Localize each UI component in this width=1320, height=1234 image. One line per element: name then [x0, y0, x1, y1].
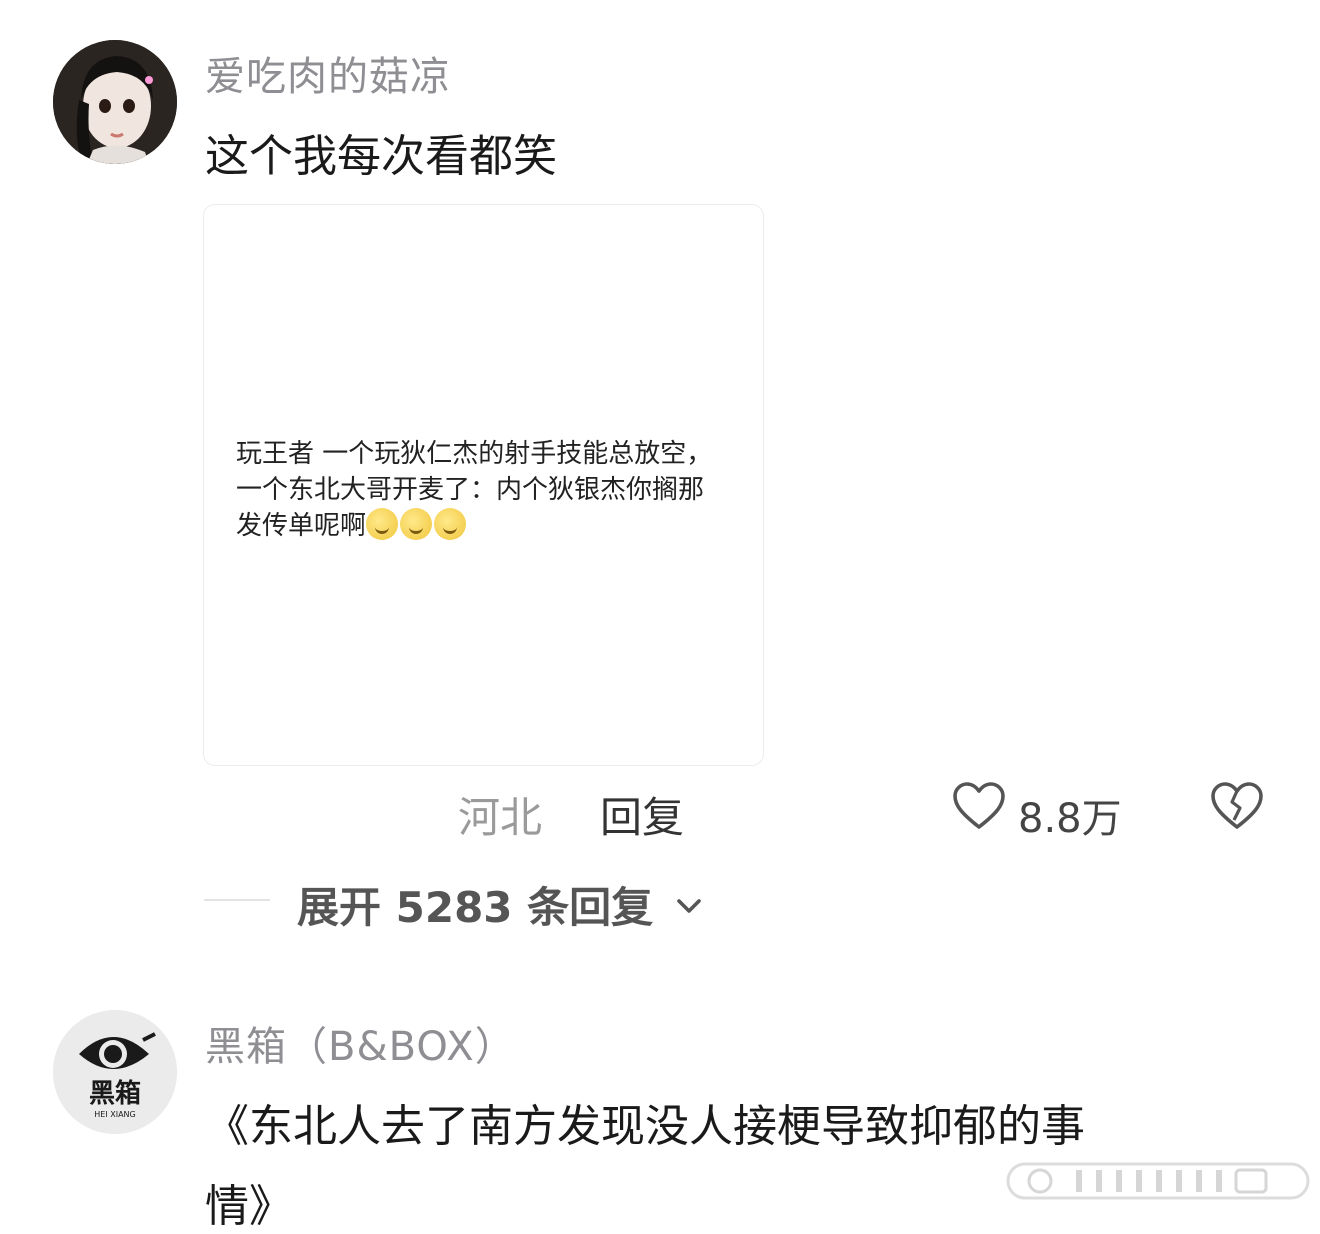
expand-replies-label: 展开 5283 条回复: [297, 883, 654, 932]
card-text-line: 一个东北大哥开麦了：内个狄银杰你搁那: [236, 475, 705, 505]
expand-replies-button[interactable]: 展开 5283 条回复: [297, 874, 704, 935]
comment-text-line: 情》: [205, 1181, 293, 1232]
comment-username[interactable]: 爱吃肉的菇凉: [205, 44, 451, 102]
reply-button[interactable]: 回复: [600, 784, 684, 845]
logo-subtext: HEI XIANG: [94, 1110, 136, 1119]
comment-text: 这个我每次看都笑: [205, 131, 557, 182]
watermark-logo: [1006, 1162, 1310, 1200]
smiley-emoji-icon: [366, 508, 399, 540]
expand-divider: [204, 899, 270, 901]
card-text-line: 发传单呢啊: [236, 511, 367, 541]
chevron-down-icon: [676, 899, 701, 913]
logo-text: 黑箱: [88, 1079, 141, 1109]
broken-heart-icon: [1211, 782, 1263, 829]
like-button[interactable]: [951, 780, 1007, 832]
comment-text-line: 《东北人去了南方发现没人接梗导致抑郁的事: [205, 1101, 1085, 1152]
user-avatar[interactable]: [53, 40, 177, 164]
smiley-emoji-icon: [434, 508, 467, 540]
attached-image-card[interactable]: 玩王者 一个玩狄仁杰的射手技能总放空， 一个东北大哥开麦了：内个狄银杰你搁那 发…: [203, 204, 764, 766]
comment-username[interactable]: 黑箱（B&BOX）: [205, 1014, 516, 1072]
dislike-button[interactable]: [1209, 780, 1265, 832]
card-text-line-with-emoji: 发传单呢啊: [236, 505, 468, 542]
smiley-emoji-icon: [400, 508, 433, 540]
avatar-image: [53, 40, 177, 164]
card-text-line: 玩王者 一个玩狄仁杰的射手技能总放空，: [236, 439, 713, 469]
location-label: 河北: [458, 793, 543, 842]
user-avatar[interactable]: 黑箱 HEI XIANG: [53, 1010, 177, 1134]
heart-icon: [953, 782, 1005, 829]
like-count: 8.8万: [1018, 796, 1122, 842]
